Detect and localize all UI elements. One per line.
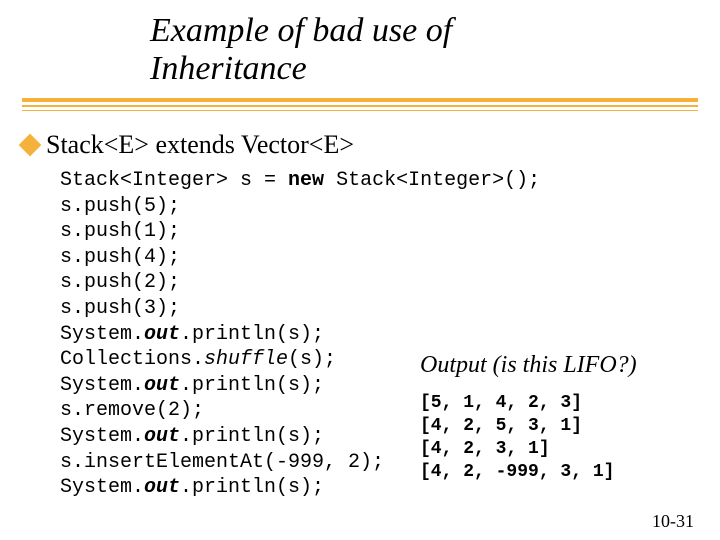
code-l11-b: .println(s); xyxy=(180,425,324,448)
code-l11-a: System. xyxy=(60,425,144,448)
code-l8-b: (s); xyxy=(288,348,336,371)
bullet-text: Stack<E> extends Vector<E> xyxy=(46,130,354,160)
code-l5: s.push(2); xyxy=(60,271,180,294)
output-label: Output (is this LIFO?) xyxy=(420,352,637,379)
bullet-row: Stack<E> extends Vector<E> xyxy=(22,130,354,160)
diamond-bullet-icon xyxy=(19,134,42,157)
underline-thin xyxy=(22,110,698,111)
code-l9-em: out xyxy=(144,374,180,397)
code-l2: s.push(5); xyxy=(60,195,180,218)
output-line-4: [4, 2, -999, 3, 1] xyxy=(420,462,614,482)
title-line-2: Inheritance xyxy=(150,50,650,88)
code-l1-a: Stack<Integer> s = xyxy=(60,169,288,192)
output-line-1: [5, 1, 4, 2, 3] xyxy=(420,393,582,413)
underline-thick xyxy=(22,98,698,102)
page-number: 10-31 xyxy=(652,511,694,532)
code-l7-a: System. xyxy=(60,323,144,346)
code-l12: s.insertElementAt(-999, 2); xyxy=(60,451,384,474)
code-l8-em: shuffle xyxy=(204,348,288,371)
code-l8-a: Collections. xyxy=(60,348,204,371)
output-line-2: [4, 2, 5, 3, 1] xyxy=(420,416,582,436)
code-l11-em: out xyxy=(144,425,180,448)
code-l7-b: .println(s); xyxy=(180,323,324,346)
title-line-1: Example of bad use of xyxy=(150,12,650,50)
code-l3: s.push(1); xyxy=(60,220,180,243)
slide-title: Example of bad use of Inheritance xyxy=(150,12,650,88)
code-l4: s.push(4); xyxy=(60,246,180,269)
code-l13-b: .println(s); xyxy=(180,476,324,499)
code-l1-kw: new xyxy=(288,169,324,192)
code-l1-b: Stack<Integer>(); xyxy=(324,169,540,192)
code-l6: s.push(3); xyxy=(60,297,180,320)
code-l13-a: System. xyxy=(60,476,144,499)
code-l13-em: out xyxy=(144,476,180,499)
title-underline-decor xyxy=(22,98,698,111)
code-l9-b: .println(s); xyxy=(180,374,324,397)
code-l7-em: out xyxy=(144,323,180,346)
underline-medium xyxy=(22,105,698,107)
output-line-3: [4, 2, 3, 1] xyxy=(420,439,550,459)
code-l9-a: System. xyxy=(60,374,144,397)
output-block: [5, 1, 4, 2, 3] [4, 2, 5, 3, 1] [4, 2, 3… xyxy=(420,392,614,484)
code-l10: s.remove(2); xyxy=(60,399,204,422)
slide: Example of bad use of Inheritance Stack<… xyxy=(0,0,720,540)
